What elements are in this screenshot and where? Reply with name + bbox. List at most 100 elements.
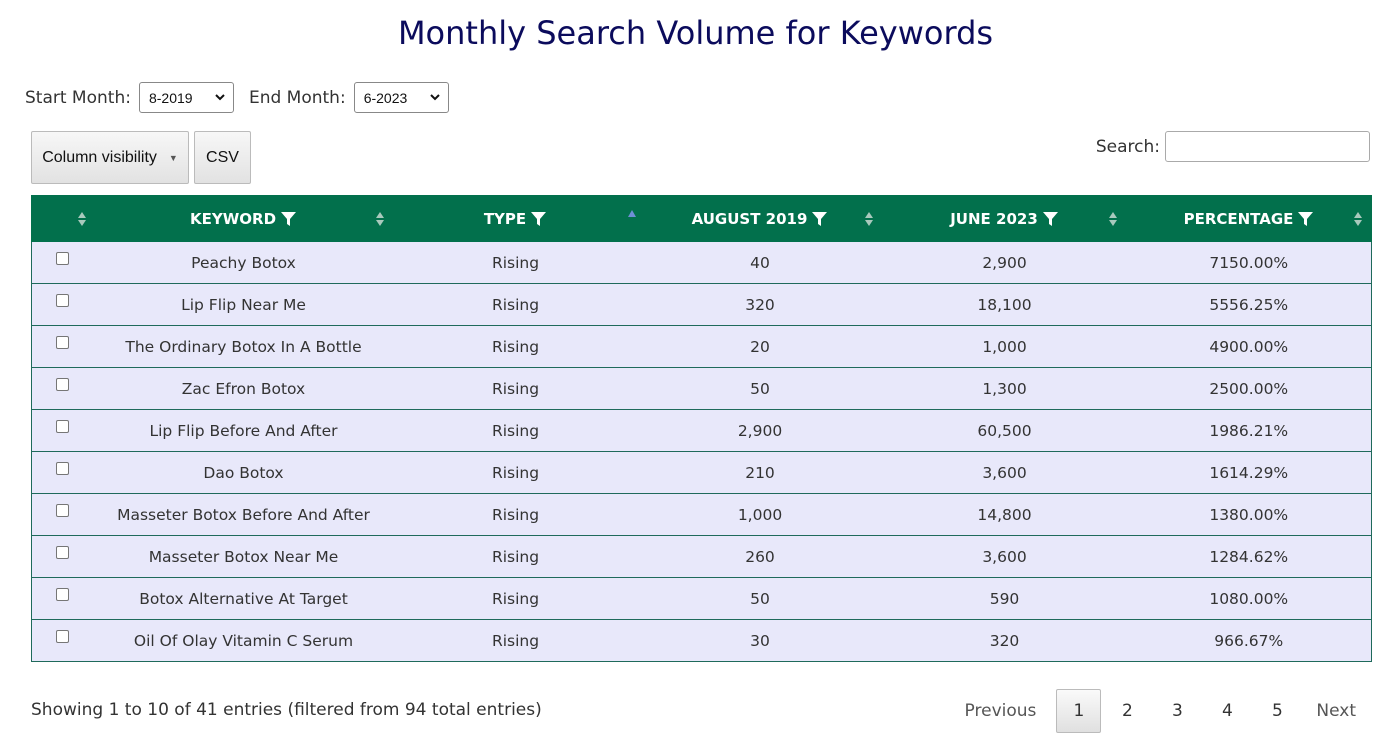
page-button-3[interactable]: 3 (1153, 689, 1201, 733)
row-select-cell (31, 451, 94, 494)
page-button-4[interactable]: 4 (1203, 689, 1251, 733)
sort-icon (376, 212, 384, 226)
row-checkbox[interactable] (56, 335, 70, 349)
table-row: Lip Flip Before And After Rising 2,900 6… (31, 409, 1372, 452)
page-button-1[interactable]: 1 (1056, 689, 1102, 733)
row-select-cell (31, 493, 94, 536)
column-header-label: PERCENTAGE (1183, 209, 1294, 228)
row-checkbox[interactable] (56, 293, 70, 307)
june-2023-cell: 320 (882, 619, 1127, 662)
june-2023-cell: 18,100 (882, 283, 1127, 326)
filter-icon[interactable] (280, 211, 297, 227)
column-header-august-2019[interactable]: AUGUST 2019 (637, 195, 883, 242)
type-cell: Rising (393, 619, 638, 662)
column-visibility-button[interactable]: Column visibility ▼ (31, 131, 189, 184)
august-2019-cell: 320 (637, 283, 883, 326)
percentage-cell: 1986.21% (1126, 409, 1372, 452)
type-cell: Rising (393, 535, 638, 578)
row-select-cell (31, 619, 94, 662)
percentage-cell: 966.67% (1126, 619, 1372, 662)
column-header-label: AUGUST 2019 (691, 209, 808, 228)
row-select-cell (31, 367, 94, 410)
row-checkbox[interactable] (56, 629, 70, 643)
keyword-cell: Lip Flip Near Me (93, 283, 394, 326)
column-header-percentage[interactable]: PERCENTAGE (1126, 195, 1372, 242)
filter-icon[interactable] (1297, 211, 1314, 227)
june-2023-cell: 1,300 (882, 367, 1127, 410)
csv-export-button[interactable]: CSV (194, 131, 251, 184)
column-header-label: KEYWORD (189, 209, 277, 228)
sort-icon (1109, 212, 1117, 226)
august-2019-cell: 40 (637, 241, 883, 284)
table-row: Zac Efron Botox Rising 50 1,300 2500.00% (31, 367, 1372, 410)
row-select-cell (31, 535, 94, 578)
type-cell: Rising (393, 241, 638, 284)
type-cell: Rising (393, 367, 638, 410)
filter-icon[interactable] (530, 211, 547, 227)
august-2019-cell: 210 (637, 451, 883, 494)
row-checkbox[interactable] (56, 503, 70, 517)
row-select-cell (31, 577, 94, 620)
percentage-cell: 1080.00% (1126, 577, 1372, 620)
table-row: The Ordinary Botox In A Bottle Rising 20… (31, 325, 1372, 368)
row-checkbox[interactable] (56, 251, 70, 265)
page-button-2[interactable]: 2 (1103, 689, 1151, 733)
type-cell: Rising (393, 325, 638, 368)
row-checkbox[interactable] (56, 587, 70, 601)
filter-icon[interactable] (1042, 211, 1059, 227)
end-month-value: 6-2023 (363, 89, 408, 106)
select-column-header[interactable] (31, 195, 94, 242)
row-checkbox[interactable] (56, 461, 70, 475)
page-title: Monthly Search Volume for Keywords (397, 14, 994, 52)
august-2019-cell: 50 (637, 577, 883, 620)
june-2023-cell: 3,600 (882, 451, 1127, 494)
column-header-type[interactable]: TYPE (393, 195, 638, 242)
previous-page-button[interactable]: Previous (951, 689, 1051, 733)
column-header-keyword[interactable]: KEYWORD (93, 195, 394, 242)
august-2019-cell: 1,000 (637, 493, 883, 536)
row-select-cell (31, 241, 94, 284)
june-2023-cell: 3,600 (882, 535, 1127, 578)
percentage-cell: 7150.00% (1126, 241, 1372, 284)
table-row: Dao Botox Rising 210 3,600 1614.29% (31, 451, 1372, 494)
start-month-value: 8-2019 (148, 89, 193, 106)
csv-label: CSV (206, 148, 239, 166)
type-cell: Rising (393, 493, 638, 536)
column-header-june-2023[interactable]: JUNE 2023 (882, 195, 1127, 242)
keyword-cell: Botox Alternative At Target (93, 577, 394, 620)
page-button-5[interactable]: 5 (1253, 689, 1301, 733)
row-checkbox[interactable] (56, 419, 70, 433)
chevron-down-icon (429, 94, 440, 101)
row-checkbox[interactable] (56, 377, 70, 391)
type-cell: Rising (393, 283, 638, 326)
august-2019-cell: 2,900 (637, 409, 883, 452)
percentage-cell: 1284.62% (1126, 535, 1372, 578)
june-2023-cell: 14,800 (882, 493, 1127, 536)
sort-icon (78, 212, 86, 226)
filter-icon[interactable] (811, 211, 828, 227)
percentage-cell: 1380.00% (1126, 493, 1372, 536)
keyword-cell: The Ordinary Botox In A Bottle (93, 325, 394, 368)
august-2019-cell: 260 (637, 535, 883, 578)
chevron-down-icon (215, 94, 225, 101)
search-box: Search: (1096, 131, 1370, 162)
percentage-cell: 1614.29% (1126, 451, 1372, 494)
next-page-button[interactable]: Next (1302, 689, 1370, 733)
start-month-select[interactable]: 8-2019 (138, 82, 234, 113)
percentage-cell: 5556.25% (1126, 283, 1372, 326)
keywords-table: KEYWORD TYPE AUGUST 2019 JUNE 2023 PERCE (31, 195, 1372, 662)
row-checkbox[interactable] (56, 545, 70, 559)
row-select-cell (31, 409, 94, 452)
keyword-cell: Oil Of Olay Vitamin C Serum (93, 619, 394, 662)
sort-icon (1354, 212, 1362, 226)
end-month-select[interactable]: 6-2023 (353, 82, 449, 113)
search-input[interactable] (1165, 131, 1370, 162)
table-header-row: KEYWORD TYPE AUGUST 2019 JUNE 2023 PERCE (31, 195, 1372, 242)
type-cell: Rising (393, 577, 638, 620)
table-row: Lip Flip Near Me Rising 320 18,100 5556.… (31, 283, 1372, 326)
end-month-label: End Month: (248, 87, 346, 108)
column-header-label: TYPE (483, 209, 527, 228)
table-row: Oil Of Olay Vitamin C Serum Rising 30 32… (31, 619, 1372, 662)
caret-down-icon: ▼ (168, 152, 178, 163)
sort-icon (865, 212, 873, 226)
